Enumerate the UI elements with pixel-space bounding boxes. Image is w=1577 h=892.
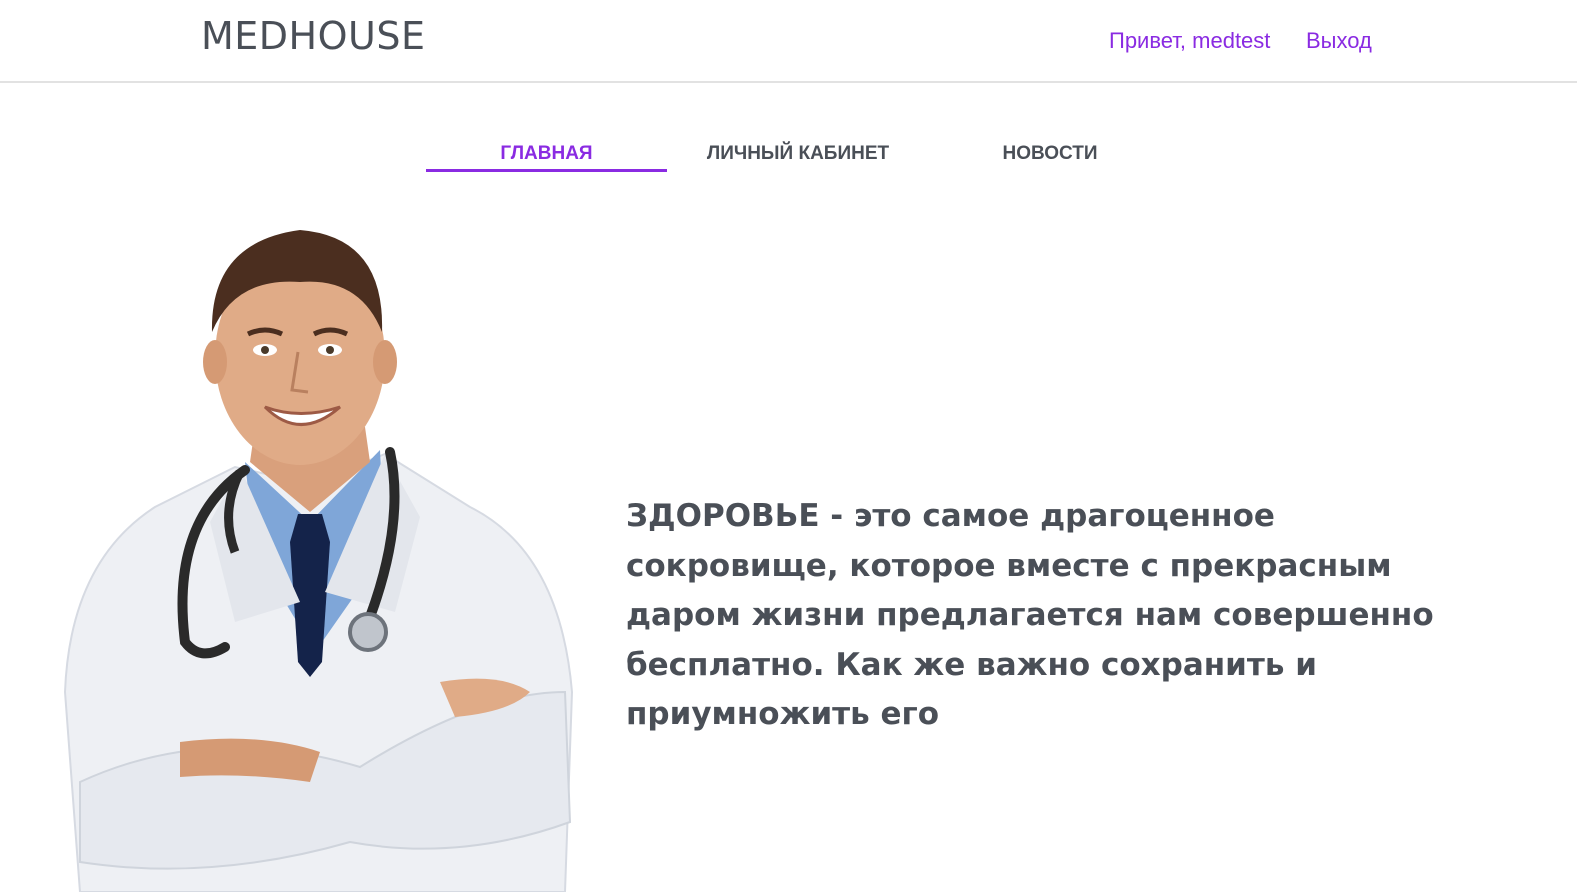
tab-personal-cabinet[interactable]: ЛИЧНЫЙ КАБИНЕТ — [680, 140, 916, 172]
user-greeting-link[interactable]: Привет, medtest — [1109, 28, 1270, 54]
tab-news[interactable]: НОВОСТИ — [935, 140, 1165, 172]
logout-link[interactable]: Выход — [1306, 28, 1372, 54]
health-quote: ЗДОРОВЬЕ - это самое драгоценное сокрови… — [626, 498, 1434, 732]
doctor-photo — [60, 222, 580, 892]
main-tabs: ГЛАВНАЯ ЛИЧНЫЙ КАБИНЕТ НОВОСТИ — [0, 140, 1577, 180]
tab-home[interactable]: ГЛАВНАЯ — [426, 140, 667, 172]
top-header: MEDHOUSE Привет, medtest Выход — [0, 0, 1577, 83]
site-logo[interactable]: MEDHOUSE — [201, 14, 426, 58]
